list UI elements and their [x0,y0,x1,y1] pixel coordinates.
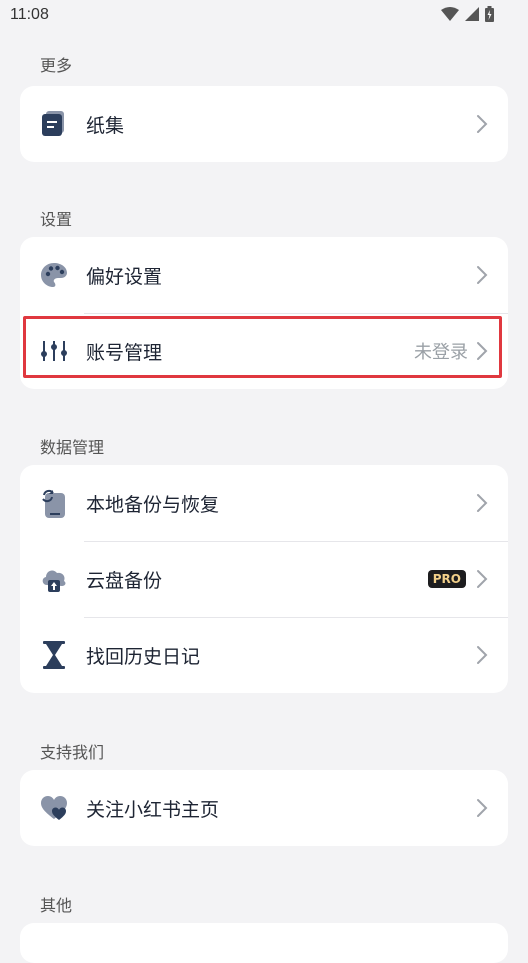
card-settings: 偏好设置 账号管理 未登录 [20,237,508,389]
menu-item-label: 本地备份与恢复 [86,493,220,516]
section-title-support: 支持我们 [40,743,105,762]
menu-item-label: 关注小红书主页 [86,798,220,821]
menu-item-local-backup[interactable]: 本地备份与恢复 [20,465,508,541]
chevron-right-icon [477,494,488,512]
paper-collection-icon [40,110,68,138]
chevron-right-icon [477,570,488,588]
signal-icon [465,7,479,21]
sliders-icon [40,337,68,365]
login-status: 未登录 [414,342,468,363]
card-support: 关注小红书主页 [20,770,508,846]
chevron-right-icon [477,799,488,817]
section-title-other: 其他 [40,896,73,915]
chevron-right-icon [477,266,488,284]
menu-item-paper-collection[interactable]: 纸集 [20,86,508,162]
section-title-settings: 设置 [40,210,73,229]
cloud-upload-icon [40,565,68,593]
menu-item-account-management[interactable]: 账号管理 未登录 [20,313,508,389]
chevron-right-icon [477,646,488,664]
menu-item-label: 纸集 [86,114,125,137]
menu-item-label: 账号管理 [86,341,163,364]
status-icons [441,6,494,22]
pro-badge: PRO [427,570,466,588]
wifi-icon [441,7,459,21]
menu-item-recover-diary[interactable]: 找回历史日记 [20,617,508,693]
card-more: 纸集 [20,86,508,162]
menu-item-label: 云盘备份 [86,569,163,592]
card-other [20,923,508,963]
menu-item-follow-xiaohongshu[interactable]: 关注小红书主页 [20,770,508,846]
section-title-data-management: 数据管理 [40,438,105,457]
section-title-more: 更多 [40,56,73,75]
battery-icon [485,6,494,22]
menu-item-cloud-backup[interactable]: 云盘备份 PRO [20,541,508,617]
hourglass-icon [40,641,68,669]
status-time: 11:08 [10,6,49,23]
phone-sync-icon [40,489,68,518]
chevron-right-icon [477,115,488,133]
menu-item-label: 偏好设置 [86,265,163,288]
menu-item-preferences[interactable]: 偏好设置 [20,237,508,313]
palette-icon [40,261,68,289]
card-data-management: 本地备份与恢复 云盘备份 PRO 找回历史日记 [20,465,508,693]
status-bar: 11:08 [0,0,528,32]
heart-icon [40,794,68,822]
chevron-right-icon [477,342,488,360]
menu-item-label: 找回历史日记 [86,645,201,668]
